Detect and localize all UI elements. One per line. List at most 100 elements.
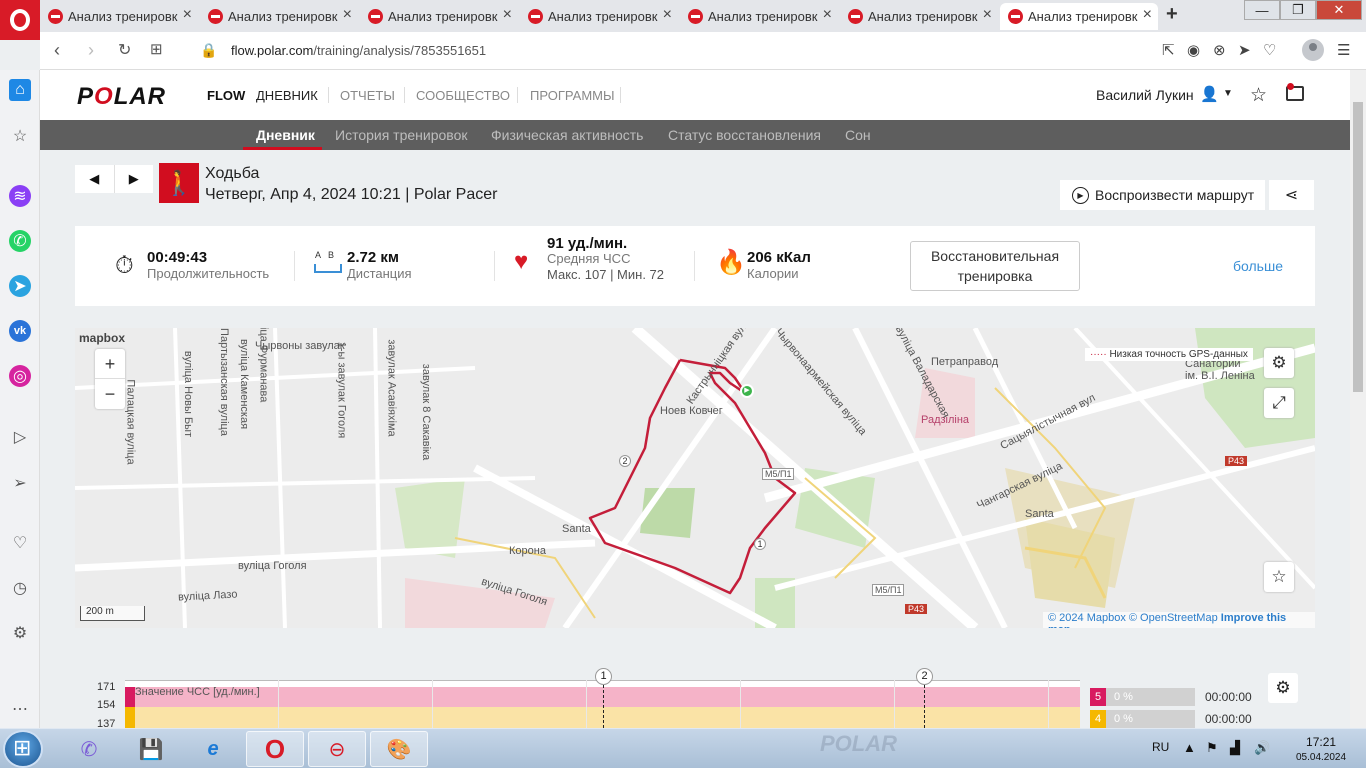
chart-settings-gear-icon[interactable]: ⚙ bbox=[1268, 673, 1298, 703]
volume-icon[interactable]: 🔊 bbox=[1254, 740, 1270, 756]
nav-programs[interactable]: ПРОГРАММЫ bbox=[530, 88, 615, 103]
floppy-taskbar-icon[interactable]: 💾 bbox=[122, 731, 180, 767]
attribution-link[interactable]: © 2024 Mapbox © OpenStreetMap bbox=[1048, 612, 1218, 624]
browser-tab[interactable]: Анализ тренировк × bbox=[360, 3, 518, 30]
chevron-down-icon[interactable]: ▼ bbox=[1223, 88, 1233, 99]
map-label: вуліца Фурманава bbox=[257, 328, 270, 403]
clock[interactable]: 17:21 05.04.2024 bbox=[1296, 734, 1346, 766]
heart-icon[interactable]: ♡ bbox=[9, 532, 31, 554]
adblock-icon[interactable]: ⊗ bbox=[1213, 41, 1226, 59]
grid-line bbox=[278, 680, 279, 728]
browser-tab[interactable]: Анализ тренировк × bbox=[200, 3, 358, 30]
snapshot-icon[interactable]: ◉ bbox=[1187, 41, 1200, 59]
route-map[interactable]: ▶ 1 2 Чырвоны завулак завулак 8 Сакавіка… bbox=[75, 328, 1315, 628]
close-tab-icon[interactable]: × bbox=[343, 6, 352, 24]
telegram-icon[interactable]: ➤ bbox=[9, 275, 31, 297]
history-icon[interactable]: ◷ bbox=[9, 577, 31, 599]
new-tab-button[interactable]: + bbox=[1166, 3, 1178, 26]
next-session-button[interactable]: ▶ bbox=[115, 165, 154, 193]
language-indicator[interactable]: RU bbox=[1152, 740, 1169, 754]
profile-avatar[interactable] bbox=[1302, 39, 1324, 61]
whatsapp-icon[interactable]: ✆ bbox=[9, 230, 31, 252]
player-icon[interactable]: ▷ bbox=[9, 426, 31, 448]
maximize-button[interactable]: ❐ bbox=[1280, 0, 1316, 20]
more-link[interactable]: больше bbox=[1233, 258, 1283, 274]
user-name[interactable]: Василий Лукин bbox=[1096, 87, 1194, 103]
training-benefit-badge[interactable]: Восстановительная тренировка bbox=[910, 241, 1080, 291]
viber-taskbar-icon[interactable]: ✆ bbox=[60, 731, 118, 767]
vk-icon[interactable]: vk bbox=[9, 320, 31, 342]
nav-diary[interactable]: ДНЕВНИК bbox=[256, 88, 318, 103]
expand-map-icon[interactable]: ⤢ bbox=[1264, 388, 1294, 418]
subnav-training-history[interactable]: История тренировок bbox=[335, 127, 467, 143]
nav-reports[interactable]: ОТЧЕТЫ bbox=[340, 88, 395, 103]
subnav-sleep[interactable]: Сон bbox=[845, 127, 871, 143]
browser-tab[interactable]: Анализ тренировк × bbox=[680, 3, 838, 30]
subnav-diary[interactable]: Дневник bbox=[256, 127, 315, 143]
browser-tab[interactable]: Анализ тренировк × bbox=[1000, 3, 1158, 30]
speed-dial-icon[interactable]: ⊞ bbox=[150, 40, 163, 58]
reload-icon[interactable]: ↻ bbox=[118, 40, 131, 60]
close-window-button[interactable]: ✕ bbox=[1316, 0, 1362, 20]
forward-icon[interactable]: › bbox=[88, 40, 94, 61]
zoom-out-button[interactable]: − bbox=[95, 379, 125, 409]
settings-icon[interactable]: ⚙ bbox=[9, 622, 31, 644]
nav-community[interactable]: СООБЩЕСТВО bbox=[416, 88, 510, 103]
hr-value: 91 уд./мин. bbox=[547, 235, 628, 252]
ie-taskbar-icon[interactable]: e bbox=[184, 731, 242, 767]
minimize-button[interactable]: — bbox=[1244, 0, 1280, 20]
close-tab-icon[interactable]: × bbox=[663, 6, 672, 24]
opera-taskbar-icon[interactable]: O bbox=[246, 731, 304, 767]
tray-arrow-icon[interactable]: ▲ bbox=[1183, 740, 1196, 755]
polar-logo[interactable]: POLAR bbox=[77, 83, 166, 111]
bookmarks-icon[interactable]: ☆ bbox=[9, 125, 31, 147]
messenger-icon[interactable]: ≋ bbox=[9, 185, 31, 207]
send-icon[interactable]: ➤ bbox=[1238, 41, 1251, 59]
lock-icon[interactable]: 🔒 bbox=[200, 42, 217, 59]
prev-session-button[interactable]: ◀ bbox=[75, 165, 115, 193]
lap-marker[interactable]: 2 bbox=[916, 668, 933, 685]
heart-icon[interactable]: ♡ bbox=[1263, 41, 1276, 59]
map-star-icon[interactable]: ☆ bbox=[1264, 562, 1294, 592]
wallpaper-polar-logo: POLAR bbox=[820, 731, 897, 756]
user-icon[interactable]: 👤 bbox=[1200, 85, 1219, 103]
star-icon[interactable]: ☆ bbox=[1250, 84, 1267, 107]
tab-title: Анализ тренировк bbox=[228, 9, 338, 24]
zoom-in-button[interactable]: + bbox=[95, 349, 125, 379]
play-icon: ▶ bbox=[1072, 186, 1089, 204]
back-icon[interactable]: ‹ bbox=[54, 40, 60, 61]
subnav-recovery[interactable]: Статус восстановления bbox=[668, 127, 821, 143]
subnav-activity[interactable]: Физическая активность bbox=[491, 127, 643, 143]
easy-setup-icon[interactable]: ☰ bbox=[1337, 41, 1350, 59]
share-button[interactable]: ⋖ bbox=[1269, 180, 1314, 210]
clock-date: 05.04.2024 bbox=[1296, 752, 1347, 763]
close-tab-icon[interactable]: × bbox=[983, 6, 992, 24]
lap-marker[interactable]: 1 bbox=[595, 668, 612, 685]
url-field[interactable]: flow.polar.com/training/analysis/7853551… bbox=[231, 43, 486, 58]
mapbox-logo[interactable]: mapbox bbox=[79, 331, 125, 345]
page-scrollbar[interactable] bbox=[1350, 70, 1366, 728]
browser-tab[interactable]: Анализ тренировк × bbox=[520, 3, 678, 30]
opera-logo-icon[interactable] bbox=[0, 0, 40, 40]
instagram-icon[interactable]: ◎ bbox=[9, 365, 31, 387]
close-tab-icon[interactable]: × bbox=[823, 6, 832, 24]
browser-tab[interactable]: Анализ тренировк × bbox=[840, 3, 998, 30]
map-settings-gear-icon[interactable]: ⚙ bbox=[1264, 348, 1294, 378]
browser-tab[interactable]: Анализ тренировк × bbox=[40, 3, 198, 30]
polar-taskbar-icon[interactable]: ⊖ bbox=[308, 731, 366, 767]
send-icon[interactable]: ➢ bbox=[9, 472, 31, 494]
replay-route-button[interactable]: ▶ Воспроизвести маршрут bbox=[1060, 180, 1265, 210]
close-tab-icon[interactable]: × bbox=[503, 6, 512, 24]
paint-taskbar-icon[interactable]: 🎨 bbox=[370, 731, 428, 767]
home-icon[interactable]: ⌂ bbox=[9, 79, 31, 101]
start-button[interactable] bbox=[3, 730, 43, 768]
close-tab-icon[interactable]: × bbox=[183, 6, 192, 24]
scrollbar-thumb[interactable] bbox=[1353, 102, 1363, 392]
start-pin-icon[interactable]: ▶ bbox=[740, 384, 754, 398]
tray-flag-icon[interactable]: ⚑ bbox=[1206, 740, 1218, 756]
network-icon[interactable]: ▟ bbox=[1230, 740, 1240, 756]
close-tab-icon[interactable]: × bbox=[1143, 6, 1152, 24]
divider bbox=[294, 251, 295, 281]
more-icon[interactable]: ⋯ bbox=[9, 698, 31, 720]
share-page-icon[interactable]: ⇱ bbox=[1162, 41, 1175, 59]
